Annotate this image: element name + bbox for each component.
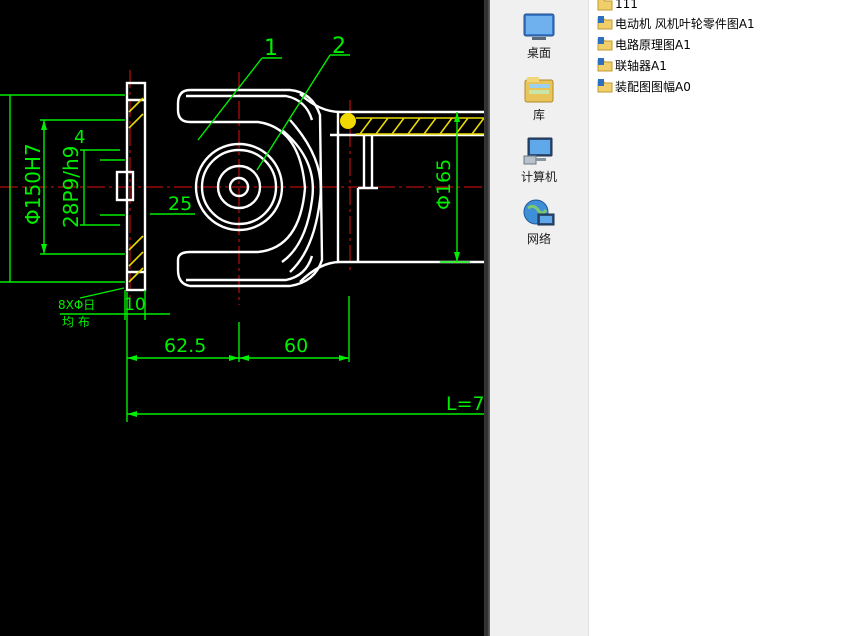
grip-point xyxy=(340,113,356,129)
folder-icon xyxy=(597,0,613,11)
nav-item-label: 库 xyxy=(532,108,545,122)
computer-icon xyxy=(523,137,553,165)
shared-folder-icon xyxy=(597,16,613,30)
nav-item-network[interactable]: 网络 xyxy=(490,198,588,247)
file-list: 111 电动机 风机叶轮零件图A1 电路原理图A1 联轴器A1 装配图图幅A0 xyxy=(589,0,848,636)
list-item[interactable]: 联轴器A1 xyxy=(597,55,667,75)
file-name: 装配图图幅A0 xyxy=(615,79,691,94)
list-item[interactable]: 111 xyxy=(597,0,638,14)
nav-item-label: 桌面 xyxy=(526,46,551,60)
list-item[interactable]: 电路原理图A1 xyxy=(597,34,691,54)
nav-item-label: 计算机 xyxy=(520,170,557,184)
library-icon xyxy=(524,77,554,103)
desktop-icon xyxy=(523,13,555,40)
leader-1-label: 1 xyxy=(264,36,278,61)
dimension-arrows xyxy=(41,112,460,417)
dim-length: L=7 xyxy=(446,393,484,415)
nav-item-library[interactable]: 库 xyxy=(490,74,588,123)
nav-item-label: 网络 xyxy=(526,232,551,246)
file-name: 电动机 风机叶轮零件图A1 xyxy=(615,16,755,31)
cad-drawing-canvas[interactable]: 1 2 Φ150H7 28P9/h9 4 25 10 8XΦ日 均 布 62.5… xyxy=(0,0,484,636)
nav-item-desktop[interactable]: 桌面 xyxy=(490,12,588,61)
file-name: 电路原理图A1 xyxy=(615,37,691,52)
shared-folder-icon xyxy=(597,37,613,51)
dim-bore: Φ150H7 xyxy=(21,143,45,225)
dim-10: 10 xyxy=(124,295,146,315)
dim-62-5: 62.5 xyxy=(164,335,206,357)
network-icon xyxy=(523,199,555,226)
leader-2-label: 2 xyxy=(332,34,346,59)
dim-key: 28P9/h9 xyxy=(59,146,83,228)
file-name: 111 xyxy=(615,0,638,11)
navigation-pane: 桌面 库 计算机 网络 xyxy=(490,0,589,636)
list-item[interactable]: 装配图图幅A0 xyxy=(597,76,691,96)
dim-bolts: 8XΦ日 xyxy=(58,298,95,312)
shared-folder-icon xyxy=(597,58,613,72)
dim-even: 均 布 xyxy=(62,315,90,329)
dim-shaft: Φ165 xyxy=(433,159,455,210)
dim-four: 4 xyxy=(74,127,85,148)
file-name: 联轴器A1 xyxy=(615,58,667,73)
cad-drawing: 1 2 Φ150H7 28P9/h9 4 25 10 8XΦ日 均 布 62.5… xyxy=(0,34,484,422)
shared-folder-icon xyxy=(597,79,613,93)
dimension-lines xyxy=(0,54,484,422)
dim-25: 25 xyxy=(168,193,192,215)
dim-60: 60 xyxy=(284,335,308,357)
nav-item-computer[interactable]: 计算机 xyxy=(490,136,588,185)
list-item[interactable]: 电动机 风机叶轮零件图A1 xyxy=(597,13,755,33)
